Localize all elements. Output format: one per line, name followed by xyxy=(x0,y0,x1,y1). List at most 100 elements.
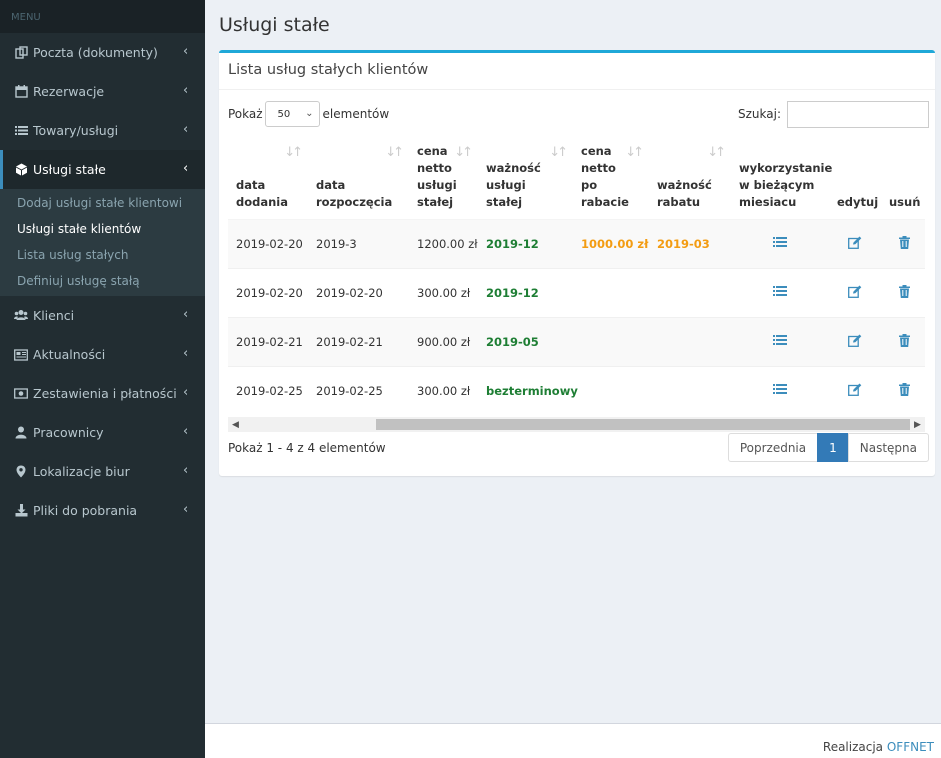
list-icon xyxy=(14,124,28,138)
sort-icon: ↓↑ xyxy=(707,145,726,160)
page-length-select[interactable]: 50 ⌄ xyxy=(264,101,320,127)
column-header-date-start[interactable]: ↓↑ data rozpoczęcia xyxy=(308,130,409,220)
user-icon xyxy=(14,426,28,440)
sidebar-item-label: Pliki do pobrania xyxy=(33,503,138,518)
table-controls: Pokaż 50 ⌄ elementów Szukaj: xyxy=(228,100,929,128)
cell-delete xyxy=(881,218,925,268)
users-icon xyxy=(14,309,28,323)
sidebar-item-label: Klienci xyxy=(33,308,75,323)
cell-discount-validity xyxy=(649,365,731,415)
pagination-page-button[interactable]: 1 xyxy=(817,433,849,462)
edit-icon[interactable] xyxy=(848,334,862,348)
footer-link[interactable]: OFFNET xyxy=(887,740,934,754)
map-marker-icon xyxy=(14,465,28,479)
cell-delete xyxy=(881,267,925,317)
cell-date-start: 2019-02-25 xyxy=(308,365,409,415)
money-icon xyxy=(14,387,28,401)
usage-list-icon[interactable] xyxy=(773,334,787,348)
table-row: 2019-02-21 2019-02-21 900.00 zł 2019-05 xyxy=(228,316,925,366)
menu-header: MENU xyxy=(0,0,205,33)
chevron-left-icon: ‹ xyxy=(183,346,189,361)
cell-date-added: 2019-02-25 xyxy=(228,365,308,415)
edit-icon[interactable] xyxy=(848,383,862,397)
chevron-down-icon: ‹ xyxy=(183,161,189,176)
sidebar-item-lokalizacje[interactable]: Lokalizacje biur ‹ xyxy=(0,452,205,491)
cell-delete xyxy=(881,316,925,366)
pagination-prev-button[interactable]: Poprzednia xyxy=(727,433,819,462)
chevron-left-icon: ‹ xyxy=(183,502,189,517)
trash-icon[interactable] xyxy=(898,284,912,299)
trash-icon[interactable] xyxy=(898,333,912,348)
submenu-item-uslugi-klientow[interactable]: Usługi stałe klientów xyxy=(0,216,205,242)
documents-icon xyxy=(14,46,28,60)
chevron-left-icon: ‹ xyxy=(183,307,189,322)
search-label: Szukaj: xyxy=(738,107,781,121)
horizontal-scrollbar[interactable]: ◀ ▶ xyxy=(228,417,925,432)
sort-icon: ↓↑ xyxy=(284,145,303,160)
column-header-usage: wykorzystanie w bieżącym miesiacu xyxy=(731,130,832,220)
cell-usage xyxy=(731,218,829,268)
usage-list-icon[interactable] xyxy=(773,236,787,250)
sidebar-item-klienci[interactable]: Klienci ‹ xyxy=(0,296,205,335)
cube-icon xyxy=(14,163,28,177)
download-icon xyxy=(14,504,28,518)
elements-label: elementów xyxy=(322,107,390,121)
cell-edit xyxy=(829,316,881,366)
cell-discount-validity xyxy=(649,316,731,366)
edit-icon[interactable] xyxy=(848,236,862,250)
sidebar-item-label: Usługi stałe xyxy=(33,162,106,177)
table-wrapper: ↓↑ data dodania ↓↑ data rozpoczęcia ↓↑ cena ne… xyxy=(228,130,925,432)
table-header-row: ↓↑ data dodania ↓↑ data rozpoczęcia ↓↑ cena ne… xyxy=(228,130,925,220)
sidebar-item-pliki[interactable]: Pliki do pobrania ‹ xyxy=(0,491,205,530)
usage-list-icon[interactable] xyxy=(773,285,787,299)
usage-list-icon[interactable] xyxy=(773,383,787,397)
services-box: Lista usług stałych klientów Pokaż 50 ⌄ … xyxy=(219,50,935,476)
trash-icon[interactable] xyxy=(898,382,912,397)
sidebar-item-poczta[interactable]: Poczta (dokumenty) ‹ xyxy=(0,33,205,72)
scroll-right-arrow-icon[interactable]: ▶ xyxy=(910,417,925,432)
sidebar: MENU Poczta (dokumenty) ‹ Rezerwacje ‹ T… xyxy=(0,0,205,758)
sidebar-item-label: Poczta (dokumenty) xyxy=(33,45,158,60)
sidebar-item-zestawienia[interactable]: Zestawienia i płatności ‹ xyxy=(0,374,205,413)
submenu-item-dodaj[interactable]: Dodaj usługi stałe klientowi xyxy=(0,190,205,216)
table-row: 2019-02-20 2019-3 1200.00 zł 2019-12 1000.00… xyxy=(228,218,925,268)
submenu-uslugi-stale: Dodaj usługi stałe klientowi Usługi stał… xyxy=(0,189,205,296)
sidebar-item-aktualnosci[interactable]: Aktualności ‹ xyxy=(0,335,205,374)
scrollbar-thumb[interactable] xyxy=(376,419,910,430)
cell-validity: bezterminowy xyxy=(478,365,578,415)
chevron-left-icon: ‹ xyxy=(183,424,189,439)
column-header-discount-validity[interactable]: ↓↑ ważność rabatu xyxy=(649,130,731,220)
trash-icon[interactable] xyxy=(898,235,912,250)
cell-price: 900.00 zł xyxy=(409,316,478,366)
column-header-validity[interactable]: ↓↑ ważność usługi stałej xyxy=(478,130,573,220)
scroll-left-arrow-icon[interactable]: ◀ xyxy=(228,417,243,432)
sidebar-item-label: Aktualności xyxy=(33,347,106,362)
cell-price: 300.00 zł xyxy=(409,267,478,317)
cell-validity: 2019-05 xyxy=(478,316,573,366)
sidebar-item-label: Towary/usługi xyxy=(33,123,119,138)
cell-discount-price: 1000.00 zł xyxy=(573,218,649,268)
footer-label: Realizacja xyxy=(822,740,884,754)
cell-price: 300.00 zł xyxy=(409,365,478,415)
sidebar-item-label: Rezerwacje xyxy=(33,84,105,99)
column-header-date-added[interactable]: ↓↑ data dodania xyxy=(228,130,308,220)
chevron-left-icon: ‹ xyxy=(183,83,189,98)
table-row: 2019-02-25 2019-02-25 300.00 zł bezterminow… xyxy=(228,365,925,415)
column-header-price[interactable]: ↓↑ cena netto usługi stałej xyxy=(409,130,478,220)
edit-icon[interactable] xyxy=(848,285,862,299)
sidebar-item-rezerwacje[interactable]: Rezerwacje ‹ xyxy=(0,72,205,111)
sidebar-item-towary[interactable]: Towary/usługi ‹ xyxy=(0,111,205,150)
sort-icon: ↓↑ xyxy=(625,145,644,160)
cell-discount-validity xyxy=(649,267,731,317)
submenu-item-definiuj[interactable]: Definiuj usługę stałą xyxy=(0,268,205,294)
cell-date-added: 2019-02-21 xyxy=(228,316,308,366)
search-input[interactable] xyxy=(787,100,929,128)
pagination: Poprzednia 1 Następna xyxy=(727,433,929,462)
cell-date-added: 2019-02-20 xyxy=(228,218,308,268)
submenu-item-lista[interactable]: Lista usług stałych xyxy=(0,242,205,268)
sidebar-item-uslugi-stale[interactable]: Usługi stałe ‹ xyxy=(0,150,205,189)
pagination-next-button[interactable]: Następna xyxy=(847,433,929,462)
sidebar-item-pracownicy[interactable]: Pracownicy ‹ xyxy=(0,413,205,452)
column-header-discount-price[interactable]: ↓↑ cena netto po rabacie xyxy=(573,130,649,220)
show-label: Pokaż xyxy=(228,107,263,121)
